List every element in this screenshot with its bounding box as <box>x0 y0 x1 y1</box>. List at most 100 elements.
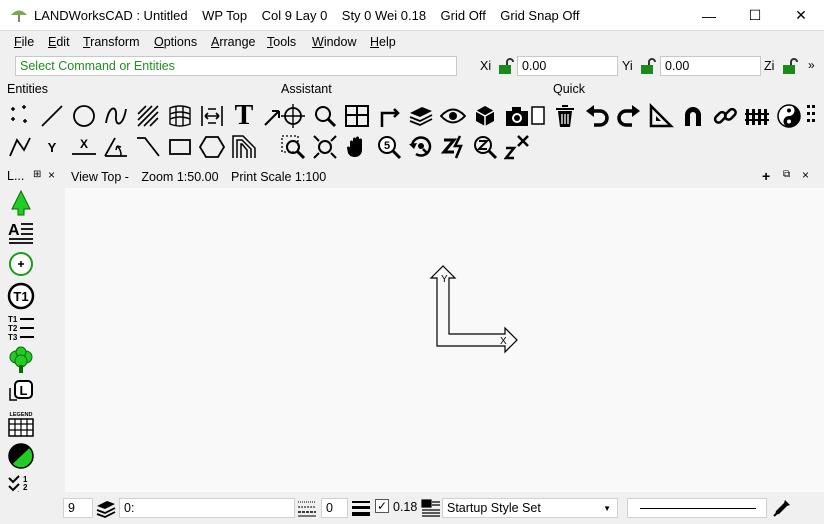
line-icon <box>41 105 63 127</box>
legend-tool[interactable]: LEGEND <box>6 409 36 439</box>
color-number-field[interactable]: 9 <box>63 498 93 518</box>
multi-line-tool[interactable] <box>229 133 259 161</box>
arc-dimension-tool[interactable] <box>101 133 131 161</box>
x-lock-icon[interactable] <box>497 57 515 75</box>
delete-tool[interactable] <box>550 102 580 130</box>
legend-label: LEGEND <box>10 412 33 418</box>
line-tool[interactable] <box>37 102 67 130</box>
mesh-tool[interactable] <box>165 102 195 130</box>
shrub-tool[interactable] <box>6 345 36 375</box>
zoom-previous-tool[interactable] <box>406 133 436 161</box>
tag-list-tool[interactable]: T1 T2 T3 <box>6 313 36 343</box>
menu-window[interactable]: Window <box>312 35 356 49</box>
maximize-button[interactable]: ☐ <box>732 0 778 31</box>
pane-close-button[interactable]: × <box>48 168 55 182</box>
view-eye-tool[interactable] <box>438 102 468 130</box>
command-input[interactable] <box>15 56 457 76</box>
label-l-text: L <box>20 383 28 398</box>
polygon-tool[interactable] <box>197 133 227 161</box>
y-lock-icon[interactable] <box>639 57 657 75</box>
fill-color-tool[interactable] <box>6 441 36 471</box>
zoom-count-tool[interactable]: 5 <box>374 133 404 161</box>
view-float-button[interactable]: ⧉ <box>783 169 790 180</box>
menu-arrange-label: rrange <box>219 35 256 49</box>
style-set-icon[interactable] <box>421 498 441 518</box>
text-block-tool[interactable]: A <box>6 217 36 247</box>
ortho-tool[interactable] <box>374 102 404 130</box>
view-close-button[interactable]: × <box>802 168 809 182</box>
y-coord-input[interactable] <box>660 56 761 76</box>
zoom-z-tool[interactable] <box>470 133 500 161</box>
blank-page-tool[interactable] <box>528 102 548 130</box>
layers-3d-tool[interactable] <box>406 102 436 130</box>
add-symbol-tool[interactable] <box>6 249 36 279</box>
dimension-tool[interactable] <box>197 102 227 130</box>
x-coord-input[interactable] <box>517 56 618 76</box>
magnet-snap-tool[interactable] <box>678 102 708 130</box>
redo-tool[interactable] <box>614 102 644 130</box>
layer-field[interactable]: 0: <box>119 498 295 518</box>
link-tool[interactable] <box>710 102 740 130</box>
zoom-level: Zoom 1:50.00 <box>141 170 219 184</box>
zoom-z-icon <box>474 136 498 160</box>
line-preview-stroke <box>640 508 756 509</box>
menu-options[interactable]: Options <box>154 35 197 49</box>
menu-tools[interactable]: Tools <box>267 35 296 49</box>
label-l-tool[interactable]: L <box>6 377 36 407</box>
offset-line-tool[interactable] <box>133 133 163 161</box>
y-axis-tool[interactable]: Y <box>37 133 67 161</box>
menu-arrange[interactable]: Arrange <box>211 35 255 49</box>
window-layout-tool[interactable] <box>342 102 372 130</box>
close-button[interactable]: ✕ <box>778 0 824 31</box>
hatch-tool[interactable] <box>133 102 163 130</box>
x-axis-tool[interactable]: X <box>69 133 99 161</box>
trash-icon <box>556 105 574 127</box>
line-weight-icon[interactable] <box>351 498 371 518</box>
curve-tool[interactable] <box>101 102 131 130</box>
legend-table-icon: LEGEND <box>8 412 34 437</box>
line-type-preview[interactable] <box>627 498 767 518</box>
set-square-tool[interactable] <box>646 102 676 130</box>
polyline-tool[interactable] <box>5 133 35 161</box>
pane-pin-button[interactable]: ⊞ <box>33 169 41 180</box>
command-bar-overflow[interactable]: » <box>808 58 815 72</box>
view-add-button[interactable]: + <box>762 168 770 184</box>
zoom-tool[interactable] <box>310 102 340 130</box>
angle-arc-icon <box>104 137 127 157</box>
z-lock-icon[interactable] <box>781 57 799 75</box>
circle-tool[interactable] <box>69 102 99 130</box>
shrub-icon <box>9 346 33 373</box>
text-tool[interactable]: T <box>229 102 259 130</box>
snap-target-tool[interactable] <box>278 102 308 130</box>
rectangle-tool[interactable] <box>165 133 195 161</box>
zoom-dynamic-tool[interactable] <box>438 133 468 161</box>
pan-tool[interactable] <box>342 133 372 161</box>
undo-tool[interactable] <box>582 102 612 130</box>
drawing-canvas[interactable]: Y X <box>65 188 824 492</box>
yin-yang-tool[interactable] <box>774 102 804 130</box>
zoom-extents-tool[interactable] <box>310 133 340 161</box>
menu-transform[interactable]: Transform <box>83 35 140 49</box>
menu-file[interactable]: File <box>14 35 34 49</box>
curve-icon <box>105 107 127 125</box>
tree-tool[interactable] <box>6 188 36 218</box>
cube-tool[interactable] <box>470 102 500 130</box>
command-bar: Xi Yi Zi » <box>0 53 824 80</box>
eyedropper-icon[interactable] <box>772 498 792 518</box>
menu-edit[interactable]: Edit <box>48 35 70 49</box>
zoom-window-tool[interactable] <box>278 133 308 161</box>
zoom-clear-tool[interactable] <box>502 133 532 161</box>
minimize-button[interactable]: — <box>686 0 732 31</box>
line-style-field[interactable]: 0 <box>321 498 348 518</box>
menu-help[interactable]: Help <box>370 35 396 49</box>
weight-checkbox[interactable]: ✓ <box>375 499 389 513</box>
toolbar-grip-handle[interactable] <box>803 102 819 130</box>
mesh-icon <box>169 105 191 127</box>
tag-t1-tool[interactable]: T1 <box>6 281 36 311</box>
fence-tool[interactable] <box>742 102 772 130</box>
layers-icon[interactable] <box>96 498 116 518</box>
points-tool[interactable] <box>5 102 35 130</box>
line-style-icon[interactable] <box>297 498 317 518</box>
style-set-select[interactable]: Startup Style Set ▼ <box>442 498 618 518</box>
corner-arrow-icon <box>380 108 400 127</box>
